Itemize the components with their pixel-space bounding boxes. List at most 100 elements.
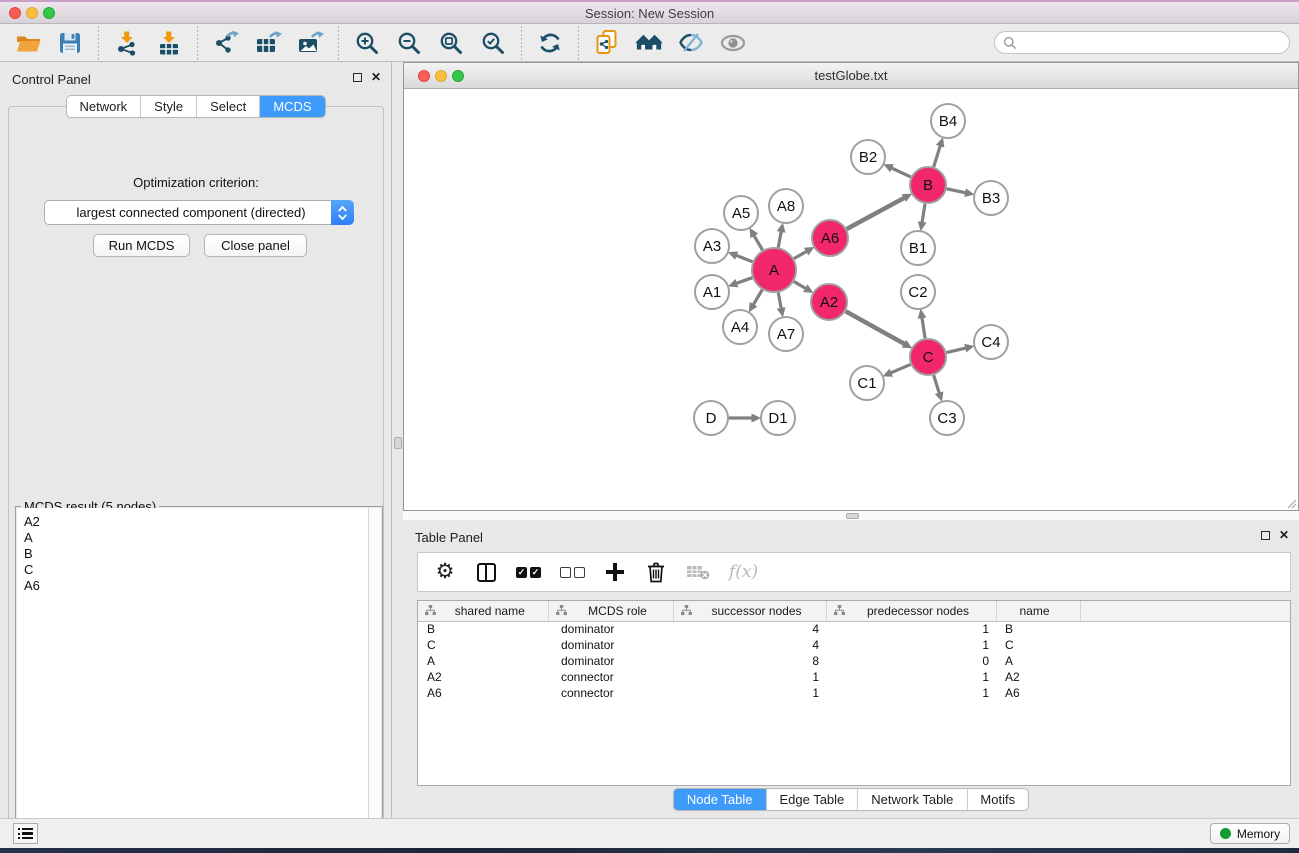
graph-edge-B-B3[interactable] (947, 189, 966, 193)
tab-style[interactable]: Style (141, 96, 197, 117)
save-session-icon[interactable] (56, 29, 84, 57)
optimization-criterion-select[interactable]: largest connected component (directed) (44, 200, 354, 225)
horizontal-splitter[interactable] (403, 511, 1299, 520)
graph-edge-A-A5[interactable] (754, 236, 762, 251)
run-mcds-button[interactable]: Run MCDS (93, 234, 190, 257)
network-window-titlebar[interactable]: testGlobe.txt (404, 63, 1298, 89)
table-cell[interactable]: 8 (673, 653, 826, 669)
import-network-icon[interactable] (113, 29, 141, 57)
graph-edge-A6-B[interactable] (847, 198, 905, 229)
table-cell[interactable]: 1 (826, 637, 996, 653)
graph-edge-C-C2[interactable] (922, 318, 925, 339)
table-cell[interactable]: A2 (996, 669, 1080, 685)
table-cell[interactable]: connector (548, 669, 673, 685)
network-canvas[interactable]: AA1A2A3A4A5A6A7A8BB1B2B3B4CC1C2C3C4DD1 (404, 89, 1298, 510)
column-header[interactable]: successor nodes (673, 601, 826, 621)
result-list-item[interactable]: C (24, 562, 381, 578)
table-settings-icon[interactable]: ⚙ (434, 559, 456, 585)
tab-network[interactable]: Network (66, 96, 141, 117)
unselect-all-columns-icon[interactable] (560, 559, 585, 585)
export-network-icon[interactable] (212, 29, 240, 57)
select-all-columns-icon[interactable]: ✓✓ (516, 559, 541, 585)
home-icon[interactable] (635, 29, 663, 57)
table-cell[interactable]: 1 (826, 669, 996, 685)
table-row[interactable]: A6connector11A6 (418, 685, 1290, 701)
graph-edge-B-B4[interactable] (934, 146, 941, 167)
horizontal-splitter-handle[interactable] (846, 513, 859, 519)
search-input[interactable] (1017, 36, 1289, 50)
table-cell[interactable]: 4 (673, 621, 826, 637)
graph-edge-A-A2[interactable] (794, 282, 806, 289)
show-hide-icon[interactable] (719, 29, 747, 57)
graph-edge-A-A7[interactable] (778, 293, 781, 309)
table-cell[interactable]: B (996, 621, 1080, 637)
zoom-selected-icon[interactable] (479, 29, 507, 57)
close-panel-button[interactable]: Close panel (204, 234, 307, 257)
table-row[interactable]: A2connector11A2 (418, 669, 1290, 685)
table-cell[interactable]: dominator (548, 637, 673, 653)
new-network-from-selection-icon[interactable] (593, 29, 621, 57)
table-row[interactable]: Bdominator41B (418, 621, 1290, 637)
column-header[interactable]: name (996, 601, 1080, 621)
table-cell[interactable]: A (996, 653, 1080, 669)
open-session-icon[interactable] (14, 29, 42, 57)
table-cell[interactable]: C (418, 637, 548, 653)
result-list-item[interactable]: A (24, 530, 381, 546)
zoom-in-icon[interactable] (353, 29, 381, 57)
zoom-out-icon[interactable] (395, 29, 423, 57)
table-cell[interactable]: 1 (673, 685, 826, 701)
tab-motifs[interactable]: Motifs (967, 789, 1028, 810)
graph-edge-B-B2[interactable] (892, 168, 911, 177)
vertical-splitter-handle[interactable] (394, 437, 402, 449)
table-cell[interactable]: connector (548, 685, 673, 701)
float-panel-icon[interactable] (353, 73, 362, 82)
import-table-icon[interactable] (155, 29, 183, 57)
graph-edge-A2-C[interactable] (846, 311, 905, 344)
table-cell[interactable]: A2 (418, 669, 548, 685)
add-column-icon[interactable] (604, 559, 626, 585)
delete-columns-icon[interactable] (645, 559, 667, 585)
column-header[interactable]: predecessor nodes (826, 601, 996, 621)
graph-edge-C-C4[interactable] (946, 348, 965, 353)
result-list-item[interactable]: A6 (24, 578, 381, 594)
float-panel-icon[interactable] (1261, 531, 1270, 540)
table-cell[interactable]: 0 (826, 653, 996, 669)
table-cell[interactable]: A (418, 653, 548, 669)
resize-grip-icon[interactable] (1285, 497, 1297, 509)
result-scrollbar[interactable] (368, 508, 381, 841)
graph-edge-A-A6[interactable] (794, 251, 807, 258)
column-header[interactable]: shared name (418, 601, 548, 621)
graph-edge-A-A8[interactable] (778, 232, 781, 248)
tab-edge-table[interactable]: Edge Table (766, 789, 858, 810)
export-image-icon[interactable] (296, 29, 324, 57)
table-cell[interactable]: 1 (673, 669, 826, 685)
memory-button[interactable]: Memory (1210, 823, 1290, 844)
table-cell[interactable]: B (418, 621, 548, 637)
tab-network-table[interactable]: Network Table (858, 789, 967, 810)
graph-edge-B-B1[interactable] (922, 204, 925, 223)
table-cell[interactable]: dominator (548, 621, 673, 637)
table-cell[interactable]: A6 (996, 685, 1080, 701)
search-field[interactable] (994, 31, 1290, 54)
column-header[interactable]: MCDS role (548, 601, 673, 621)
table-cell[interactable]: 1 (826, 621, 996, 637)
function-builder-icon[interactable]: f(x) (729, 559, 758, 585)
table-cell[interactable]: C (996, 637, 1080, 653)
table-cell[interactable]: 1 (826, 685, 996, 701)
result-list-item[interactable]: A2 (24, 514, 381, 530)
zoom-fit-icon[interactable] (437, 29, 465, 57)
result-list-item[interactable]: B (24, 546, 381, 562)
show-graphics-details-icon[interactable] (677, 29, 705, 57)
main-titlebar[interactable]: Session: New Session (0, 2, 1299, 24)
tab-select[interactable]: Select (197, 96, 260, 117)
close-panel-icon[interactable]: ✕ (1279, 530, 1289, 540)
close-panel-icon[interactable]: ✕ (371, 72, 381, 82)
graph-edge-C-C3[interactable] (934, 375, 940, 393)
graph-edge-A-A4[interactable] (753, 290, 762, 305)
table-cell[interactable]: 4 (673, 637, 826, 653)
graph-edge-A-A1[interactable] (737, 278, 753, 284)
show-column-panel-icon[interactable] (475, 559, 497, 585)
table-cell[interactable]: A6 (418, 685, 548, 701)
table-cell[interactable]: dominator (548, 653, 673, 669)
task-history-button[interactable] (13, 823, 38, 844)
